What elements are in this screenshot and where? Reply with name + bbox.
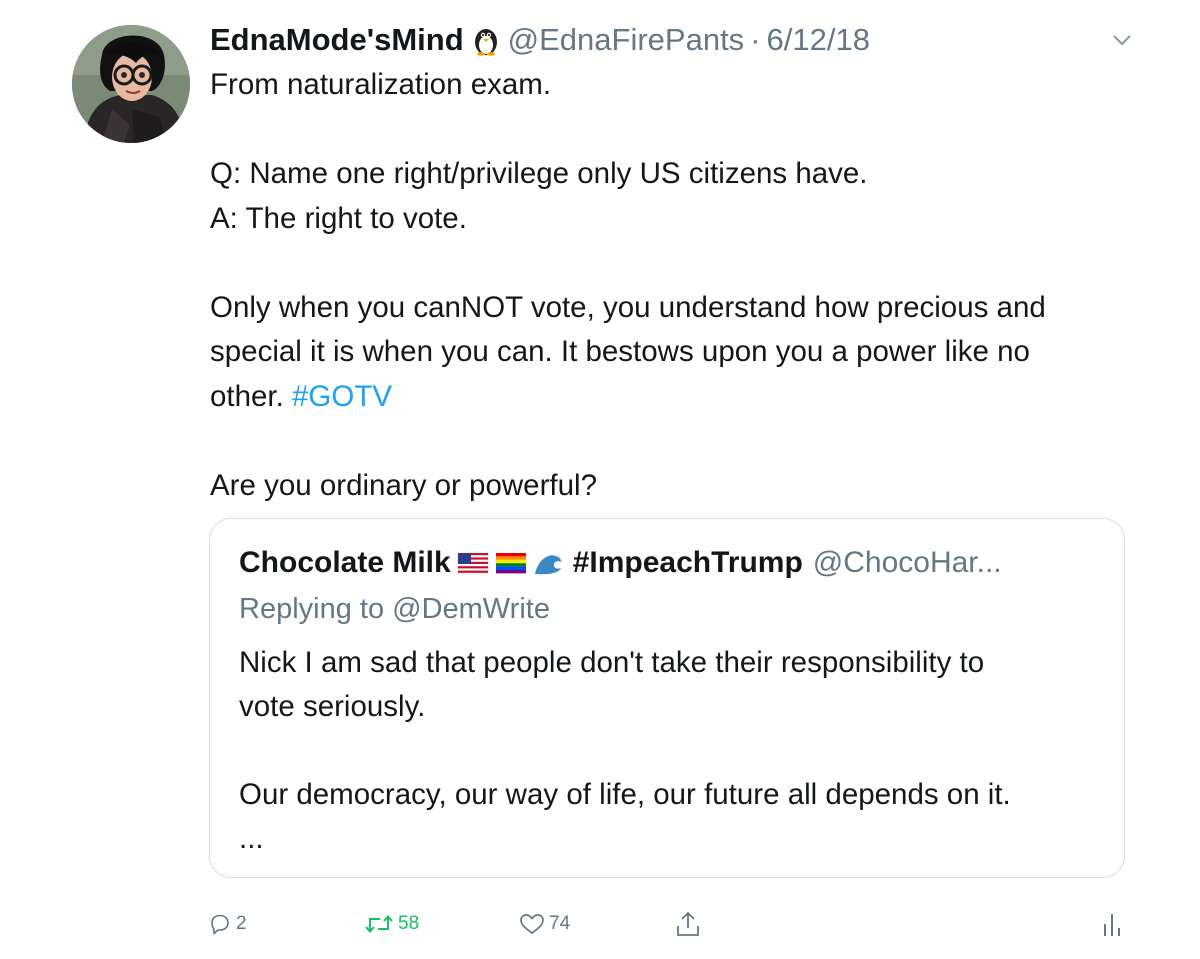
- share-icon: [677, 911, 699, 936]
- heart-icon: [520, 914, 544, 934]
- quoted-body-line: Nick I am sad that people don't take the…: [239, 646, 985, 679]
- body-line: Only when you canNOT vote, you understan…: [210, 290, 1046, 324]
- body-text: other.: [210, 379, 293, 413]
- display-name[interactable]: EdnaMode'sMind: [210, 22, 464, 58]
- body-line: other. #GOTV: [210, 375, 1140, 420]
- reply-count: 2: [236, 913, 247, 934]
- retweet-icon: [365, 914, 393, 934]
- quoted-display-name: Chocolate Milk: [239, 546, 451, 579]
- analytics-icon: [1104, 914, 1120, 936]
- body-line: From naturalization exam.: [210, 68, 552, 101]
- action-bar: 2 58 74: [208, 906, 1138, 942]
- quoted-hashtag-name: #ImpeachTrump: [572, 546, 803, 579]
- tweet: EdnaMode'sMind @EdnaFirePants · 6/12/18 …: [0, 0, 1200, 959]
- penguin-icon: [470, 24, 502, 56]
- quoted-username-handle: @ChocoHar...: [812, 546, 1002, 579]
- reply-button[interactable]: 2: [208, 906, 247, 942]
- tweet-header: EdnaMode'sMind @EdnaFirePants · 6/12/18: [210, 20, 870, 60]
- us-flag-icon: [457, 550, 489, 576]
- replying-to: Replying to @DemWrite: [239, 593, 550, 625]
- avatar[interactable]: [72, 25, 190, 143]
- reply-icon: [211, 914, 229, 935]
- tweet-date[interactable]: 6/12/18: [767, 22, 870, 58]
- like-button[interactable]: 74: [519, 906, 570, 942]
- body-answer: A: The right to vote.: [210, 201, 467, 235]
- wave-icon: [533, 550, 565, 576]
- body-line: special it is when you can. It bestows u…: [210, 335, 1030, 368]
- share-button[interactable]: [675, 906, 705, 942]
- quoted-body-line: vote seriously.: [239, 690, 426, 723]
- avatar-image: [72, 25, 190, 143]
- retweet-button[interactable]: 58: [364, 906, 419, 942]
- hashtag-link[interactable]: #GOTV: [292, 380, 392, 413]
- like-count: 74: [549, 913, 571, 934]
- analytics-button[interactable]: [1100, 906, 1128, 942]
- body-question: Q: Name one right/privilege only US citi…: [210, 157, 868, 190]
- username-handle[interactable]: @EdnaFirePants: [508, 22, 745, 58]
- quoted-body-line: Our democracy, our way of life, our futu…: [239, 778, 1011, 811]
- body-closing: Are you ordinary or powerful?: [210, 468, 597, 502]
- quoted-tweet[interactable]: Chocolate Milk #ImpeachTrump @ChocoHar..…: [209, 518, 1125, 878]
- tweet-body: From naturalization exam. Q: Name one ri…: [210, 63, 1140, 508]
- quoted-body-ellipsis: ...: [239, 822, 264, 855]
- retweet-count: 58: [398, 913, 420, 934]
- chevron-down-icon[interactable]: [1110, 30, 1134, 50]
- separator-dot: ·: [750, 22, 761, 57]
- quoted-tweet-header: Chocolate Milk #ImpeachTrump @ChocoHar..…: [239, 539, 1099, 587]
- quoted-tweet-body: Nick I am sad that people don't take the…: [239, 641, 1099, 861]
- rainbow-flag-icon: [495, 550, 527, 576]
